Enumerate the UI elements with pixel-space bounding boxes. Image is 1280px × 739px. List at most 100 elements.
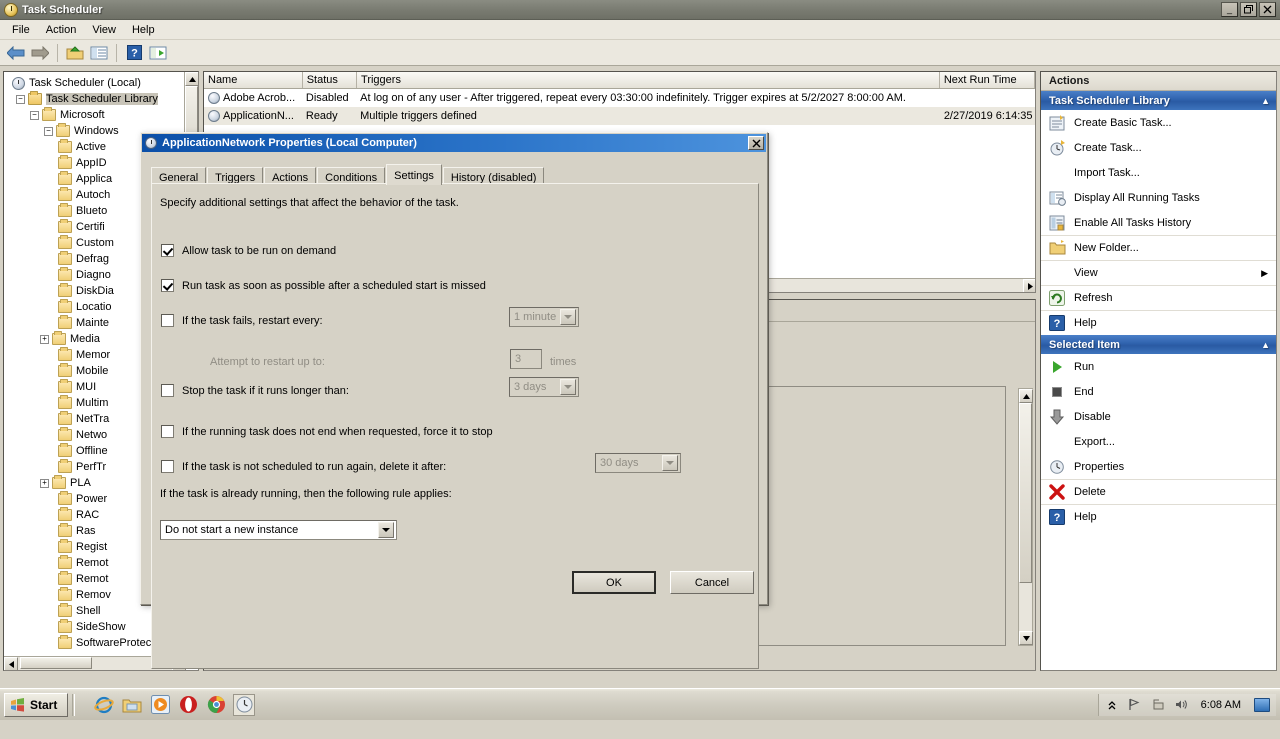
menu-view[interactable]: View <box>84 22 124 38</box>
folder-icon <box>58 427 72 441</box>
taskbar-clock[interactable]: 6:08 AM <box>1197 699 1245 711</box>
chevron-up-icon[interactable]: ▲ <box>1261 96 1270 106</box>
table-row[interactable]: Adobe Acrob... Disabled At log on of any u… <box>204 89 1035 107</box>
setting-row-force-stop[interactable]: If the running task does not end when re… <box>161 425 493 438</box>
expand-toggle-icon[interactable]: + <box>40 334 49 344</box>
combo-restart-interval[interactable]: 1 minute <box>509 307 579 327</box>
action-item-properties[interactable]: Properties <box>1041 454 1276 479</box>
input-attempt-count[interactable]: 3 <box>510 349 542 369</box>
network-icon[interactable] <box>1151 698 1165 712</box>
action-item-display-all-running-tasks[interactable]: Display All Running Tasks <box>1041 185 1276 210</box>
chrome-icon[interactable] <box>205 694 227 716</box>
setting-row-stop-if-longer[interactable]: Stop the task if it runs longer than: <box>161 384 349 397</box>
tree-node-root[interactable]: Task Scheduler (Local) <box>8 75 186 91</box>
collapse-toggle-windows[interactable]: − <box>44 126 53 136</box>
setting-row-delete-after[interactable]: If the task is not scheduled to run agai… <box>161 460 446 473</box>
menu-action[interactable]: Action <box>38 22 85 38</box>
help-icon[interactable]: ? <box>123 42 145 64</box>
toolbar-separator-2 <box>116 43 117 62</box>
tree-scroll-up-button[interactable] <box>185 72 198 86</box>
detail-vertical-scrollbar[interactable] <box>1018 388 1033 646</box>
column-header-next-run-time[interactable]: Next Run Time <box>939 72 1035 88</box>
actions-group-header[interactable]: Selected Item ▲ <box>1041 335 1276 354</box>
close-button[interactable] <box>1259 2 1276 17</box>
action-item-view[interactable]: View ▶ <box>1041 260 1276 285</box>
action-item-run[interactable]: Run <box>1041 354 1276 379</box>
task-scheduler-icon[interactable] <box>233 693 256 716</box>
action-item-import-task[interactable]: Import Task... <box>1041 160 1276 185</box>
restore-button[interactable] <box>1240 2 1257 17</box>
collapse-toggle-library[interactable]: − <box>16 94 25 104</box>
tree-folder-label: Memor <box>76 349 111 361</box>
combo-stop-after[interactable]: 3 days <box>509 377 579 397</box>
checkbox-run-asap[interactable] <box>161 279 174 292</box>
detail-scroll-down-button[interactable] <box>1019 631 1033 645</box>
setting-row-allow-on-demand[interactable]: Allow task to be run on demand <box>161 244 336 257</box>
checkbox-delete-after[interactable] <box>161 460 174 473</box>
setting-row-restart-on-fail[interactable]: If the task fails, restart every: <box>161 314 323 327</box>
menu-help[interactable]: Help <box>124 22 163 38</box>
properties-icon[interactable] <box>88 42 110 64</box>
internet-explorer-icon[interactable] <box>93 694 115 716</box>
column-header-name[interactable]: Name <box>204 72 303 88</box>
action-item-end[interactable]: End <box>1041 379 1276 404</box>
action-item-delete[interactable]: Delete <box>1041 479 1276 504</box>
action-item-help[interactable]: ? Help <box>1041 504 1276 529</box>
menu-file[interactable]: File <box>4 22 38 38</box>
chevron-down-icon[interactable] <box>378 522 394 538</box>
action-item-export[interactable]: Export... <box>1041 429 1276 454</box>
show-hidden-icons-icon[interactable] <box>1105 698 1119 712</box>
detail-scroll-thumb[interactable] <box>1019 403 1032 583</box>
cancel-button[interactable]: Cancel <box>670 571 754 594</box>
action-item-new-folder[interactable]: New Folder... <box>1041 235 1276 260</box>
task-scheduler-window: Task Scheduler _ File Action View Help ?… <box>0 0 1280 688</box>
ok-button[interactable]: OK <box>572 571 656 594</box>
expand-toggle-icon[interactable]: + <box>40 478 49 488</box>
windows-explorer-icon[interactable] <box>121 694 143 716</box>
chevron-up-icon[interactable]: ▲ <box>1261 340 1270 350</box>
checkbox-restart-on-fail[interactable] <box>161 314 174 327</box>
start-button[interactable]: Start <box>4 692 69 717</box>
minimize-button[interactable]: _ <box>1221 2 1238 17</box>
combo-delete-after[interactable]: 30 days <box>595 453 681 473</box>
label-restart-on-fail: If the task fails, restart every: <box>182 314 323 327</box>
tree-hscroll-thumb[interactable] <box>20 657 92 669</box>
setting-row-run-asap[interactable]: Run task as soon as possible after a sch… <box>161 279 486 292</box>
action-item-create-basic-task[interactable]: Create Basic Task... <box>1041 110 1276 135</box>
run-icon[interactable] <box>147 42 169 64</box>
tab-settings[interactable]: Settings <box>386 164 442 185</box>
task-list-scroll-right-button[interactable] <box>1023 279 1035 292</box>
checkbox-allow-on-demand[interactable] <box>161 244 174 257</box>
checkbox-stop-if-longer[interactable] <box>161 384 174 397</box>
chevron-down-icon[interactable] <box>662 455 678 471</box>
actions-group-header[interactable]: Task Scheduler Library ▲ <box>1041 91 1276 110</box>
tree-node-microsoft[interactable]: − Microsoft <box>8 107 186 123</box>
dialog-close-button[interactable] <box>748 136 764 150</box>
action-item-refresh[interactable]: Refresh <box>1041 285 1276 310</box>
collapse-toggle-microsoft[interactable]: − <box>30 110 39 120</box>
action-item-enable-all-tasks-history[interactable]: Enable All Tasks History <box>1041 210 1276 235</box>
volume-icon[interactable] <box>1174 698 1188 712</box>
network-flag-icon[interactable] <box>1128 698 1142 712</box>
media-player-icon[interactable] <box>149 694 171 716</box>
forward-arrow-icon[interactable] <box>29 42 51 64</box>
chevron-down-icon[interactable] <box>560 379 576 395</box>
up-folder-icon[interactable] <box>64 42 86 64</box>
show-desktop-button[interactable] <box>1254 697 1270 712</box>
column-header-triggers[interactable]: Triggers <box>357 72 940 88</box>
chevron-down-icon[interactable] <box>560 309 576 325</box>
action-item-disable[interactable]: Disable <box>1041 404 1276 429</box>
column-header-status[interactable]: Status <box>302 72 358 88</box>
table-row[interactable]: ApplicationN... Ready Multiple triggers de… <box>204 107 1035 125</box>
tree-scroll-left-button[interactable] <box>4 657 18 670</box>
action-item-help[interactable]: ? Help <box>1041 310 1276 335</box>
detail-scroll-up-button[interactable] <box>1019 389 1033 403</box>
checkbox-force-stop[interactable] <box>161 425 174 438</box>
action-item-create-task[interactable]: Create Task... <box>1041 135 1276 160</box>
back-arrow-icon[interactable] <box>5 42 27 64</box>
tree-node-library[interactable]: − Task Scheduler Library <box>8 91 186 107</box>
opera-icon[interactable] <box>177 694 199 716</box>
combo-instance-rule[interactable]: Do not start a new instance <box>160 520 397 540</box>
task-scheduler-clock-icon <box>4 2 18 17</box>
actions-groups: Task Scheduler Library ▲ Create Basic Task… <box>1041 91 1276 529</box>
